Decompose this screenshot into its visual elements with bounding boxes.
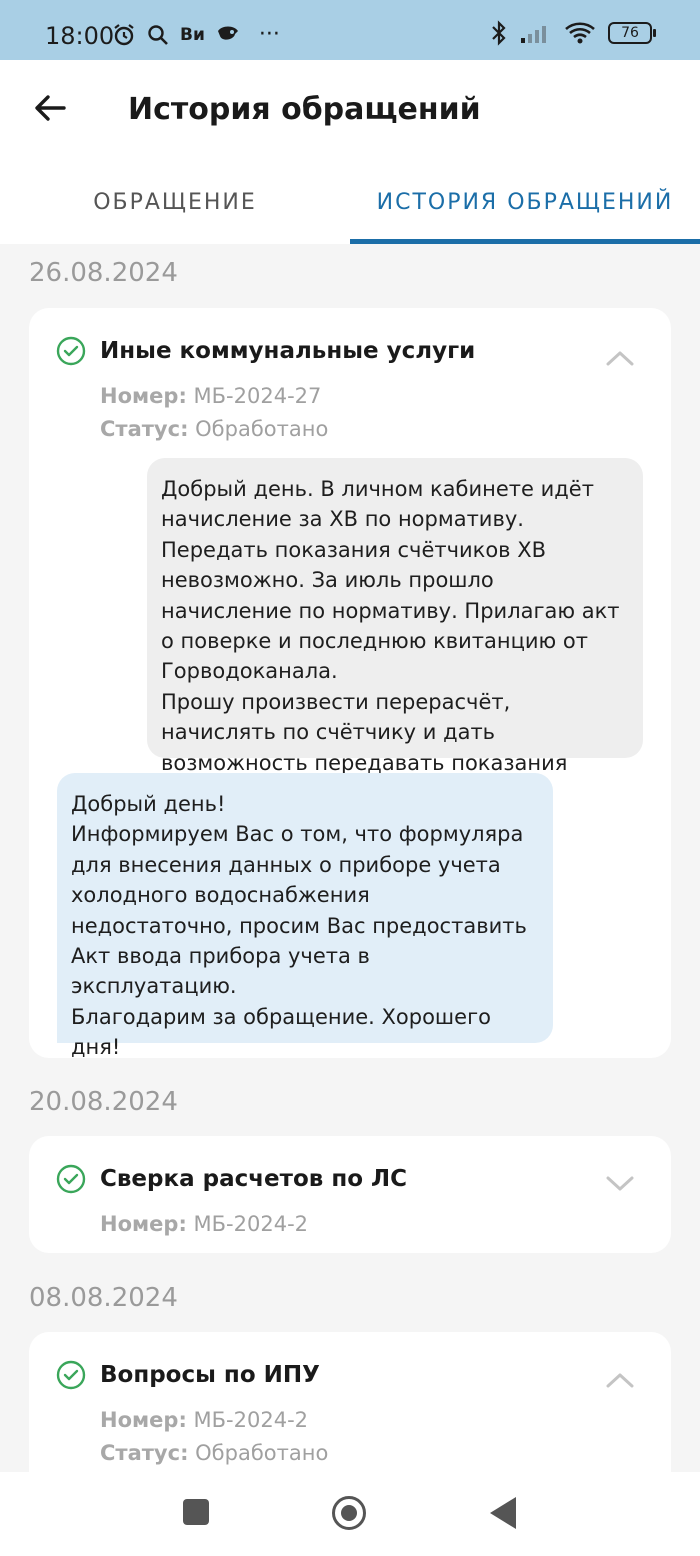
search-icon	[148, 24, 168, 45]
home-button[interactable]	[332, 1496, 366, 1530]
more-notifications: ···	[258, 22, 280, 47]
status-label: Статус:	[100, 417, 189, 441]
status-left-icons: Ви ···	[112, 22, 280, 47]
page-title: История обращений	[128, 92, 481, 127]
number-value: МБ-2024-2	[193, 1408, 309, 1432]
check-circle-icon	[56, 1360, 86, 1390]
user-message: Добрый день. В личном кабинете идёт начи…	[147, 458, 643, 805]
appeal-status: Статус: Обработано	[100, 417, 328, 441]
appeal-number: Номер: МБ-2024-2	[100, 1408, 308, 1432]
appeal-status: Статус: Обработано	[100, 1441, 328, 1465]
appeal-card[interactable]: Сверка расчетов по ЛС Номер: МБ-2024-2	[29, 1136, 671, 1253]
number-value: МБ-2024-2	[193, 1212, 309, 1236]
status-value: Обработано	[195, 1441, 329, 1465]
appeal-card[interactable]: Вопросы по ИПУ Номер: МБ-2024-2 Статус: …	[29, 1332, 671, 1492]
appeal-card[interactable]: Иные коммунальные услуги Номер: МБ-2024-…	[29, 308, 671, 1058]
check-circle-icon	[56, 1164, 86, 1194]
number-label: Номер:	[100, 1212, 187, 1236]
appeal-title: Сверка расчетов по ЛС	[100, 1166, 408, 1192]
app-notification-icon	[217, 26, 238, 40]
appeal-title: Иные коммунальные услуги	[100, 338, 476, 364]
status-label: Статус:	[100, 1441, 189, 1465]
check-circle-icon	[56, 336, 86, 366]
status-right-icons: 76	[490, 20, 656, 46]
number-label: Номер:	[100, 384, 187, 408]
signal-icon	[521, 26, 546, 43]
carrier-label: Ви	[180, 24, 205, 45]
tab-appeal-history[interactable]: ИСТОРИЯ ОБРАЩЕНИЙ	[350, 185, 700, 221]
date-header: 26.08.2024	[29, 258, 178, 288]
active-tab-indicator	[350, 239, 700, 244]
bluetooth-icon	[492, 20, 506, 46]
status-bar: 18:00 Ви ··· 76	[0, 0, 700, 60]
battery-indicator: 76	[608, 22, 656, 44]
number-value: МБ-2024-27	[193, 384, 322, 408]
reply-message: Добрый день! Информируем Вас о том, что …	[57, 773, 553, 1058]
wifi-icon	[565, 22, 595, 44]
system-back-button[interactable]	[490, 1497, 516, 1529]
alarm-icon	[114, 23, 134, 45]
status-value: Обработано	[195, 417, 329, 441]
appeal-number: Номер: МБ-2024-2	[100, 1212, 308, 1236]
date-header: 20.08.2024	[29, 1087, 178, 1117]
date-header: 08.08.2024	[29, 1283, 178, 1313]
chevron-up-icon[interactable]	[605, 348, 635, 368]
back-arrow-icon[interactable]	[32, 90, 68, 126]
chevron-down-icon[interactable]	[605, 1174, 635, 1194]
number-label: Номер:	[100, 1408, 187, 1432]
tab-appeal[interactable]: ОБРАЩЕНИЕ	[0, 185, 350, 221]
appeal-number: Номер: МБ-2024-27	[100, 384, 321, 408]
chevron-up-icon[interactable]	[605, 1370, 635, 1390]
status-time: 18:00	[45, 22, 115, 50]
recent-apps-button[interactable]	[183, 1499, 209, 1525]
appeal-title: Вопросы по ИПУ	[100, 1362, 320, 1388]
